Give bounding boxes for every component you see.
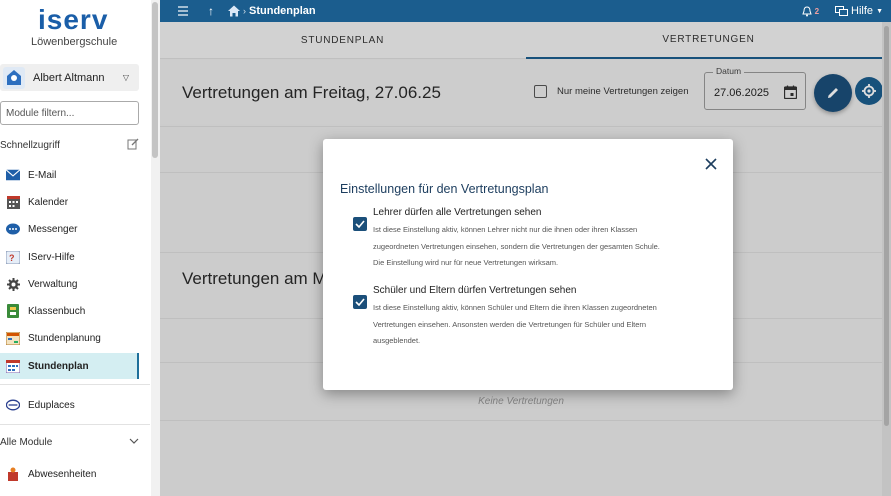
calendar-icon (6, 195, 20, 209)
chevron-down-icon: ▼ (876, 7, 883, 15)
description-line: Die Einstellung wird nur für neue Vertre… (373, 258, 559, 267)
sidebar-item-administration[interactable]: Verwaltung (0, 271, 139, 297)
breadcrumb-separator: › (243, 6, 246, 16)
sidebar-item-label: Abwesenheiten (28, 468, 97, 480)
scrollbar-thumb[interactable] (152, 2, 158, 158)
sidebar-item-timetable-planning[interactable]: Stundenplanung (0, 325, 139, 351)
checkmark-icon (355, 220, 365, 228)
help-icon: ? (6, 250, 20, 264)
description-line: Vertretungen einsehen. Ansonsten werden … (373, 319, 647, 329)
all-modules-toggle[interactable]: Alle Module (0, 437, 139, 448)
sidebar-item-calendar[interactable]: Kalender (0, 189, 139, 215)
sidebar-divider (0, 424, 150, 425)
sidebar-item-label: Stundenplanung (28, 332, 101, 344)
eduplaces-icon (6, 398, 20, 412)
quick-access-heading: Schnellzugriff (0, 140, 60, 151)
topbar-actions: 2 Hilfe ▼ (801, 0, 883, 22)
description-line: ausgeblendet. (373, 336, 421, 345)
close-icon[interactable] (704, 157, 718, 171)
teachers-see-all-label[interactable]: Lehrer dürfen alle Vertretungen sehen (373, 207, 541, 218)
edit-quick-access-icon[interactable] (127, 138, 139, 150)
notifications-button[interactable]: 2 (801, 5, 820, 17)
sidebar-divider (0, 384, 150, 385)
user-name: Albert Altmann (33, 71, 105, 84)
bell-icon (801, 5, 812, 16)
planning-icon (6, 331, 20, 345)
help-chat-icon (835, 6, 849, 16)
sidebar-item-messenger[interactable]: Messenger (0, 216, 139, 242)
sidebar-item-label: IServ-Hilfe (28, 251, 75, 263)
svg-text:?: ? (9, 253, 15, 263)
checkmark-icon (355, 298, 365, 306)
all-modules-label: Alle Module (0, 437, 53, 448)
gear-icon (6, 277, 20, 291)
module-filter-input[interactable] (0, 101, 139, 125)
sidebar-item-absences[interactable]: Abwesenheiten (0, 461, 139, 487)
notification-count-badge: 2 (814, 6, 820, 16)
description-line: Ist diese Einstellung aktiv, können Lehr… (373, 225, 638, 234)
book-icon (6, 304, 20, 318)
sidebar-item-label: Verwaltung (28, 278, 78, 290)
sidebar-scrollbar[interactable] (151, 0, 160, 496)
timetable-icon (6, 359, 20, 373)
sidebar-item-iserv-help[interactable]: ? IServ-Hilfe (0, 244, 139, 270)
top-bar: ↑ › Stundenplan 2 Hilfe ▼ (160, 0, 891, 22)
chevron-down-icon: ▽ (122, 73, 129, 82)
sidebar-item-class-register[interactable]: Klassenbuch (0, 298, 139, 324)
sidebar-item-eduplaces[interactable]: Eduplaces (0, 392, 139, 418)
hamburger-menu-icon[interactable] (178, 6, 190, 16)
help-label: Hilfe (851, 5, 874, 17)
absence-icon (6, 467, 20, 481)
breadcrumb-current[interactable]: Stundenplan (249, 5, 316, 17)
settings-dialog: Einstellungen für den Vertretungsplan Le… (323, 139, 733, 390)
help-menu-button[interactable]: Hilfe ▼ (835, 5, 883, 17)
sidebar-item-email[interactable]: E-Mail (0, 162, 139, 188)
sidebar-item-label: E-Mail (28, 169, 57, 181)
school-name: Löwenbergschule (31, 36, 118, 48)
description-line: Ist diese Einstellung aktiv, können Schü… (373, 303, 657, 312)
chat-icon (6, 222, 20, 236)
user-avatar-icon (3, 66, 25, 89)
students-parents-see-checkbox[interactable] (353, 295, 367, 309)
home-icon[interactable] (228, 5, 240, 17)
students-parents-see-description: Ist diese Einstellung aktiv, können Schü… (373, 300, 723, 350)
dialog-title: Einstellungen für den Vertretungsplan (340, 182, 549, 196)
description-line: zugeordneten Vertretungen einsehen, sond… (373, 241, 660, 251)
sidebar-item-timetable[interactable]: Stundenplan (0, 353, 139, 379)
teachers-see-all-description: Ist diese Einstellung aktiv, können Lehr… (373, 222, 723, 272)
sidebar-item-label: Kalender (28, 196, 69, 208)
sidebar-item-label: Stundenplan (28, 360, 89, 372)
sidebar-item-label: Messenger (28, 223, 78, 235)
students-parents-see-label[interactable]: Schüler und Eltern dürfen Vertretungen s… (373, 285, 576, 296)
sidebar-item-label: Klassenbuch (28, 305, 86, 317)
chevron-down-icon (129, 438, 139, 444)
sidebar-item-label: Eduplaces (28, 399, 75, 411)
mail-icon (6, 168, 20, 182)
navigate-up-icon[interactable]: ↑ (208, 4, 214, 18)
user-menu[interactable]: Albert Altmann ▽ (0, 64, 139, 91)
teachers-see-all-checkbox[interactable] (353, 217, 367, 231)
sidebar: iserv Löwenbergschule Albert Altmann ▽ S… (0, 0, 150, 496)
iserv-logo[interactable]: iserv (38, 4, 108, 36)
